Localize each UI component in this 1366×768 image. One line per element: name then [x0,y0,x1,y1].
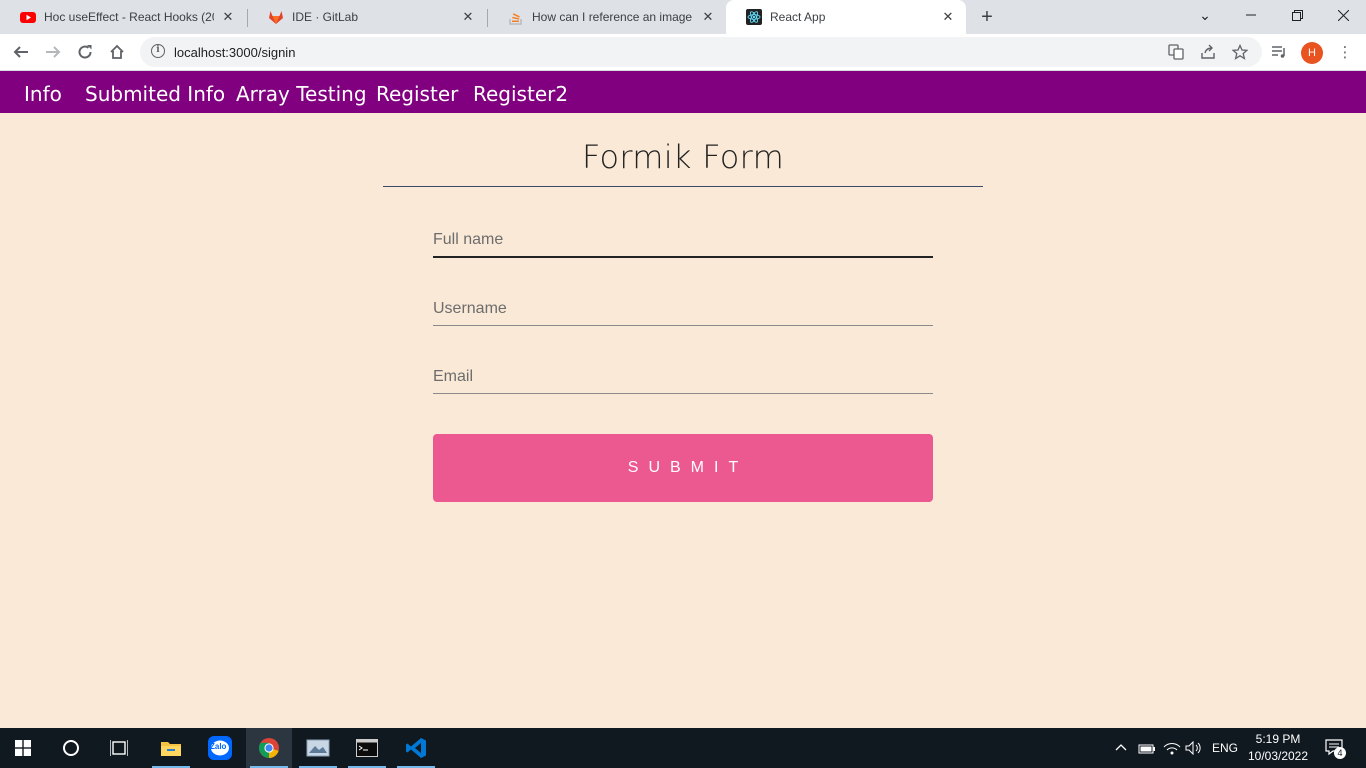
nav-register2[interactable]: Register2 [473,71,568,113]
react-icon [746,9,762,25]
address-bar[interactable]: i localhost:3000/signin [140,37,1262,67]
volume-icon[interactable] [1185,728,1203,768]
submit-button[interactable]: SUBMIT [433,434,933,502]
nav-register[interactable]: Register [376,71,458,113]
email-field[interactable] [433,360,933,394]
more-menu-icon[interactable]: ⋮ [1336,43,1354,61]
restore-icon[interactable] [1274,0,1320,30]
url-text[interactable]: localhost:3000/signin [174,45,295,60]
battery-icon[interactable] [1138,728,1156,768]
close-icon[interactable]: ✕ [460,9,476,25]
info-icon[interactable]: i [151,44,165,58]
tab-gitlab[interactable]: IDE · GitLab ✕ [248,0,486,34]
file-explorer-icon[interactable] [148,728,194,768]
browser-tab-strip: Hoc useEffect - React Hooks (2022 ✕ IDE … [0,0,1366,34]
system-clock[interactable]: 5:19 PM 10/03/2022 [1244,731,1312,765]
close-icon[interactable]: ✕ [940,9,956,25]
tab-stackoverflow[interactable]: How can I reference an image in ✕ [488,0,726,34]
form-title: Formik Form [581,138,785,176]
stackoverflow-icon [508,9,524,25]
tab-title: Hoc useEffect - React Hooks (2022 [44,10,214,24]
tab-search-icon[interactable]: ⌄ [1182,0,1228,30]
nav-info[interactable]: Info [24,71,62,113]
media-control-icon[interactable] [1270,43,1288,61]
username-field[interactable] [433,292,933,326]
close-icon[interactable]: ✕ [220,9,236,25]
full-name-input[interactable] [433,224,933,258]
title-divider [383,186,983,187]
new-tab-button[interactable]: + [976,6,998,28]
vscode-icon[interactable] [393,728,439,768]
windows-start-icon[interactable] [0,728,46,768]
email-input[interactable] [433,360,933,394]
minimize-icon[interactable] [1228,0,1274,30]
full-name-field[interactable] [433,224,933,258]
notification-count-badge: 4 [1334,747,1346,759]
back-arrow-icon[interactable] [8,39,34,65]
photos-icon[interactable] [295,728,341,768]
nav-submited-info[interactable]: Submited Info [85,71,225,113]
language-indicator[interactable]: ENG [1212,728,1238,768]
terminal-icon[interactable] [344,728,390,768]
chrome-icon[interactable] [246,728,292,768]
profile-avatar[interactable]: H [1301,42,1323,64]
cortana-search-icon[interactable] [48,728,94,768]
app-navbar: Info Submited Info Array Testing Registe… [0,71,1366,113]
username-input[interactable] [433,292,933,326]
tab-youtube[interactable]: Hoc useEffect - React Hooks (2022 ✕ [0,0,246,34]
browser-toolbar: i localhost:3000/signin H ⋮ [0,34,1366,71]
forward-arrow-icon[interactable] [40,39,66,65]
windows-taskbar: Zalo ENG 5:19 PM 10/03/2022 4 [0,728,1366,768]
gitlab-icon [268,9,284,25]
bookmark-star-icon[interactable] [1232,44,1248,60]
task-view-icon[interactable] [96,728,142,768]
notification-center-icon[interactable]: 4 [1325,728,1346,768]
clock-time: 5:19 PM [1255,732,1301,746]
nav-array-testing[interactable]: Array Testing [236,71,367,113]
zalo-icon[interactable]: Zalo [197,728,243,768]
wifi-icon[interactable] [1163,728,1181,768]
tab-title: React App [770,10,826,24]
share-icon[interactable] [1200,44,1216,60]
youtube-icon [20,9,36,25]
zalo-label: Zalo [210,742,227,751]
close-window-icon[interactable] [1320,0,1366,30]
clock-date: 10/03/2022 [1247,749,1309,763]
show-hidden-icons[interactable] [1114,728,1128,768]
home-icon[interactable] [104,39,130,65]
reload-icon[interactable] [72,39,98,65]
tab-react-app[interactable]: React App ✕ [726,0,966,34]
tab-title: How can I reference an image in [532,10,694,24]
close-icon[interactable]: ✕ [700,9,716,25]
tab-title: IDE · GitLab [292,10,359,24]
translate-icon[interactable] [1168,44,1184,60]
